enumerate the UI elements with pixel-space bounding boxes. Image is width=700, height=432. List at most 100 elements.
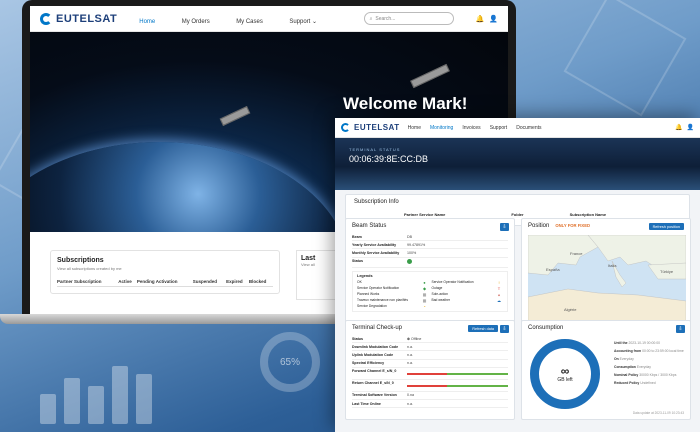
brand-name: EUTELSAT (354, 123, 400, 132)
row-value: 99.47891% (407, 242, 426, 247)
nav-home[interactable]: Home (139, 19, 155, 25)
consumption-title: Consumption (528, 325, 564, 331)
notification-green-icon: ◆ (422, 285, 427, 291)
search-placeholder: Search... (375, 15, 396, 22)
detail-value: Undefined (640, 381, 656, 385)
nav-support[interactable]: Support ⌄ (289, 19, 317, 25)
row-value: n.a. (407, 361, 413, 366)
avatar[interactable]: 👤 (687, 124, 694, 131)
bell-icon[interactable]: 🔔 (476, 15, 485, 23)
subscriptions-table: Partner Subscription Active Pending Acti… (57, 277, 273, 287)
chevron-down-icon: ⌄ (312, 18, 318, 25)
beam-row: Status (352, 258, 508, 268)
beam-row: Yearly Service Availability 99.47891% (352, 241, 508, 250)
legend-label: OK (357, 279, 362, 284)
eutelsat-logo[interactable]: EUTELSAT (341, 123, 400, 132)
nav-my-orders[interactable]: My Orders (182, 19, 210, 25)
detail-key: Until the (614, 341, 628, 345)
detail-nav: Home Monitoring Invoices Support Documen… (408, 125, 542, 131)
sole-action-icon: ⩓ (497, 291, 501, 297)
avatar[interactable]: 👤 (489, 15, 498, 23)
column-header: Expired (226, 277, 249, 287)
eutelsat-logo[interactable]: EUTELSAT (40, 12, 117, 25)
nav-home[interactable]: Home (408, 125, 421, 131)
degradation-icon: ◔ (423, 303, 426, 309)
earth-image (30, 142, 350, 232)
detail-topbar: EUTELSAT Home Monitoring Invoices Suppor… (335, 118, 700, 138)
beam-row: Monthly Service Availability 100% (352, 249, 508, 258)
checkup-row: Forward Channel E_s/N_0 (352, 368, 508, 380)
detail-key: On (614, 357, 619, 361)
row-value: Offline (411, 336, 422, 341)
row-key: Uplink Modulation Code (352, 352, 394, 357)
legend-label: Service Degradation (357, 303, 387, 308)
maintenance-icon: ▦ (422, 297, 427, 303)
legend-label: Traveux maintenance non planifiés (357, 297, 409, 302)
subscriptions-title: Subscriptions (57, 257, 104, 264)
satellite-image (410, 63, 450, 89)
detail-value: 2023-10-19 00:00:00 (628, 341, 660, 345)
legends-title: Legends (357, 273, 373, 278)
consumption-details: Until the 2023-10-19 00:00:00 Accounting… (614, 341, 684, 389)
search-icon: ⌕ (369, 15, 373, 22)
detail-value: 00:00 to 23:59:00 local time (642, 349, 684, 353)
nav-my-cases[interactable]: My Cases (236, 19, 263, 25)
terminal-status-banner: TERMINAL STATUS 00:06:39:8E:CC:DB (335, 138, 700, 190)
download-icon[interactable]: ⇩ (500, 223, 509, 231)
legends-box: Legends OK ● Service Operator Notificatio… (352, 270, 508, 312)
nav-support[interactable]: Support (490, 125, 508, 131)
search-input[interactable]: ⌕ Search... (363, 12, 454, 25)
download-icon[interactable]: ⇩ (676, 325, 685, 333)
detail-value: 30000 Kbps / 3000 Kbps (639, 373, 677, 377)
nav-invoices[interactable]: Invoices (462, 125, 480, 131)
row-key: Spectral Efficiency (352, 361, 385, 366)
subscriptions-card: Subscriptions View all subscriptions cre… (50, 250, 280, 294)
map-label-algerie: Algérie (564, 307, 577, 312)
detail-key: Accounting from (614, 349, 642, 353)
row-key: Status (352, 336, 363, 341)
terminal-checkup-card: Terminal Check-up Refresh data ⇩ Status ⊗… (345, 320, 515, 420)
detail-key: Reduced Policy (614, 381, 640, 385)
subscription-info-title: Subscription Info (354, 199, 399, 205)
legend-label: Outage (431, 285, 443, 290)
subscription-name-label: Subscription Name (569, 212, 607, 217)
terminal-status-label: TERMINAL STATUS (349, 147, 401, 152)
legend-label: Planned Works (357, 291, 380, 296)
row-value: n.a. (407, 401, 413, 406)
bell-icon[interactable]: 🔔 (675, 124, 682, 131)
nav-documents[interactable]: Documents (516, 125, 541, 131)
outage-icon: T (497, 285, 501, 291)
row-value: DB (407, 234, 412, 239)
download-icon[interactable]: ⇩ (500, 325, 509, 333)
consumption-card: Consumption ⇩ ∞ GB left Until the 2023-1… (521, 320, 691, 420)
nav-monitoring[interactable]: Monitoring (430, 125, 453, 131)
map-label-espana: España (546, 267, 560, 272)
legend-label: Service Operator Notification (431, 279, 474, 284)
logo-mark-icon (40, 12, 52, 25)
row-value: 100% (407, 250, 417, 255)
row-key: Yearly Service Availability (352, 242, 397, 247)
refresh-data-button[interactable]: Refresh data (468, 325, 498, 332)
bad-weather-icon: ☁ (497, 297, 501, 303)
infinity-symbol: ∞ (560, 364, 570, 378)
column-header: Suspended (192, 277, 227, 287)
row-key: Status (352, 259, 363, 264)
detail-key: Consumption (614, 365, 636, 369)
row-value: n.a. (407, 344, 413, 349)
gb-left-label: GB left (557, 377, 573, 383)
beam-row: Beam DB (352, 233, 508, 242)
row-value: n.a. (407, 352, 413, 357)
row-key: Beam (352, 234, 362, 239)
checkup-row: Status ⊗ Offline (352, 335, 508, 344)
position-card: Position ONLY FOR FIXED Refresh position … (521, 218, 691, 330)
refresh-position-button[interactable]: Refresh position (648, 223, 684, 230)
beam-status-card: Beam Status ⇩ Beam DB Yearly Service Avai… (345, 218, 515, 330)
checkup-row: Terminal Software Version 0.na (352, 392, 508, 400)
portal-topbar: EUTELSAT Home My Orders My Cases Support… (30, 6, 508, 32)
checkup-row: Spectral Efficiency n.a. (352, 360, 508, 368)
folder-label: Folder (511, 212, 524, 217)
row-key: Downlink Modulation Code (352, 344, 399, 349)
map-label-italia: Italia (608, 263, 617, 268)
position-map[interactable]: France Italia España Türkiye Algérie (528, 235, 686, 325)
row-value: 0.na (407, 393, 414, 398)
